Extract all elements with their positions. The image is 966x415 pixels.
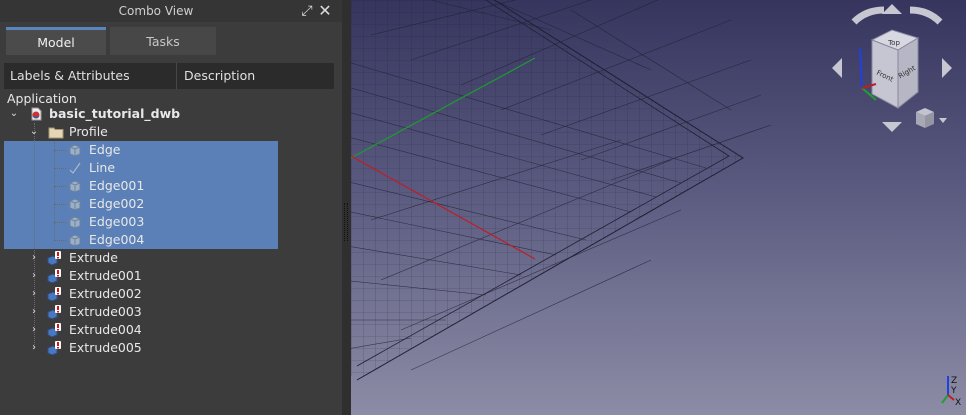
cube-menu-icon[interactable] [916, 108, 947, 128]
splitter-grip[interactable] [344, 203, 348, 241]
chevron-right-icon[interactable]: › [29, 267, 39, 285]
model-tree: Application ⌄ basic_tutorial_dwb ⌄ Profi… [0, 90, 342, 415]
cube-face-top: Top [887, 39, 900, 47]
rotate-right-arrow-icon[interactable] [909, 6, 943, 25]
down-arrow-icon[interactable] [882, 122, 902, 132]
navigation-cube[interactable]: Top Front Right [826, 0, 966, 140]
line-icon [68, 161, 82, 175]
float-dock-icon[interactable]: ⤢ [299, 3, 315, 19]
folder-icon [48, 125, 64, 139]
tree-item-edge001[interactable]: Edge001 [0, 177, 278, 195]
extrude-error-icon [47, 323, 61, 338]
cube-icon [68, 197, 82, 211]
profile-label: Profile [69, 124, 108, 139]
tree-item-label: Extrude005 [69, 340, 142, 355]
axis-cross: Z Y X [941, 376, 961, 408]
chevron-right-icon[interactable]: › [29, 285, 39, 303]
cube-icon [68, 143, 82, 157]
cube-faces[interactable]: Top Front Right [870, 29, 920, 110]
extrude-error-icon [47, 305, 61, 320]
tree-header: Labels & Attributes Description [4, 63, 334, 89]
chevron-down-icon[interactable]: ⌄ [29, 123, 39, 141]
right-arrow-icon[interactable] [942, 58, 952, 78]
chevron-right-icon[interactable]: › [29, 303, 39, 321]
combo-view-panel: Combo View ⤢ ✕ Model Tasks Labels & Attr… [0, 0, 343, 415]
tree-item-extrude[interactable]: › Extrude [0, 249, 342, 267]
chevron-right-icon[interactable]: › [29, 339, 39, 357]
tree-item-label: Edge004 [89, 232, 145, 247]
extrude-error-icon [47, 251, 61, 266]
chevron-right-icon[interactable]: › [29, 249, 39, 267]
tree-item-edge[interactable]: Edge [0, 141, 278, 159]
tree-item-extrude002[interactable]: › Extrude002 [0, 285, 342, 303]
close-icon[interactable]: ✕ [317, 3, 333, 19]
column-header-description[interactable]: Description [178, 63, 334, 89]
tree-item-document[interactable]: ⌄ basic_tutorial_dwb [0, 105, 342, 123]
tree-item-label: Extrude [69, 250, 118, 265]
tab-tasks[interactable]: Tasks [110, 27, 216, 55]
document-label: basic_tutorial_dwb [49, 106, 181, 121]
panel-splitter[interactable] [342, 0, 351, 415]
tree-item-label: Extrude004 [69, 322, 142, 337]
tree-item-edge002[interactable]: Edge002 [0, 195, 278, 213]
up-arrow-icon[interactable] [882, 4, 902, 14]
axis-label-z: Z [951, 376, 957, 386]
tree-item-edge004[interactable]: Edge004 [0, 231, 278, 249]
cube-z-axis [859, 47, 863, 89]
chevron-right-icon[interactable]: › [29, 321, 39, 339]
document-icon [29, 107, 43, 121]
combo-view-title: Combo View [118, 4, 194, 18]
tree-item-extrude004[interactable]: › Extrude004 [0, 321, 342, 339]
column-header-labels[interactable]: Labels & Attributes [4, 63, 177, 89]
extrude-error-icon [47, 341, 61, 356]
tree-item-profile[interactable]: ⌄ Profile [0, 123, 342, 141]
tree-item-label: Extrude002 [69, 286, 142, 301]
tree-item-extrude001[interactable]: › Extrude001 [0, 267, 342, 285]
cube-icon [68, 179, 82, 193]
left-arrow-icon[interactable] [832, 58, 842, 78]
axis-label-y: Y [950, 386, 957, 396]
rotate-left-arrow-icon[interactable] [851, 6, 885, 25]
tree-item-label: Extrude003 [69, 304, 142, 319]
cube-icon [68, 215, 82, 229]
tree-item-label: Edge001 [89, 178, 145, 193]
axis-label-x: X [955, 398, 961, 408]
tab-model[interactable]: Model [6, 27, 106, 55]
tree-item-label: Edge003 [89, 214, 145, 229]
tree-item-line[interactable]: Line [0, 159, 278, 177]
axis-cross-y [941, 394, 949, 404]
tree-item-extrude005[interactable]: › Extrude005 [0, 339, 342, 357]
chevron-down-icon[interactable]: ⌄ [9, 105, 19, 123]
tree-item-label: Line [89, 160, 116, 175]
combo-view-tabs: Model Tasks [6, 27, 336, 55]
cube-icon [68, 233, 82, 247]
tree-item-label: Extrude001 [69, 268, 142, 283]
tree-item-extrude003[interactable]: › Extrude003 [0, 303, 342, 321]
tree-item-label: Edge002 [89, 196, 145, 211]
tree-item-edge003[interactable]: Edge003 [0, 213, 278, 231]
extrude-error-icon [47, 287, 61, 302]
3d-viewport[interactable]: Top Front Right Z Y X [351, 0, 966, 415]
extrude-error-icon [47, 269, 61, 284]
tree-item-label: Edge [89, 142, 121, 157]
combo-view-titlebar: Combo View ⤢ ✕ [0, 0, 342, 22]
